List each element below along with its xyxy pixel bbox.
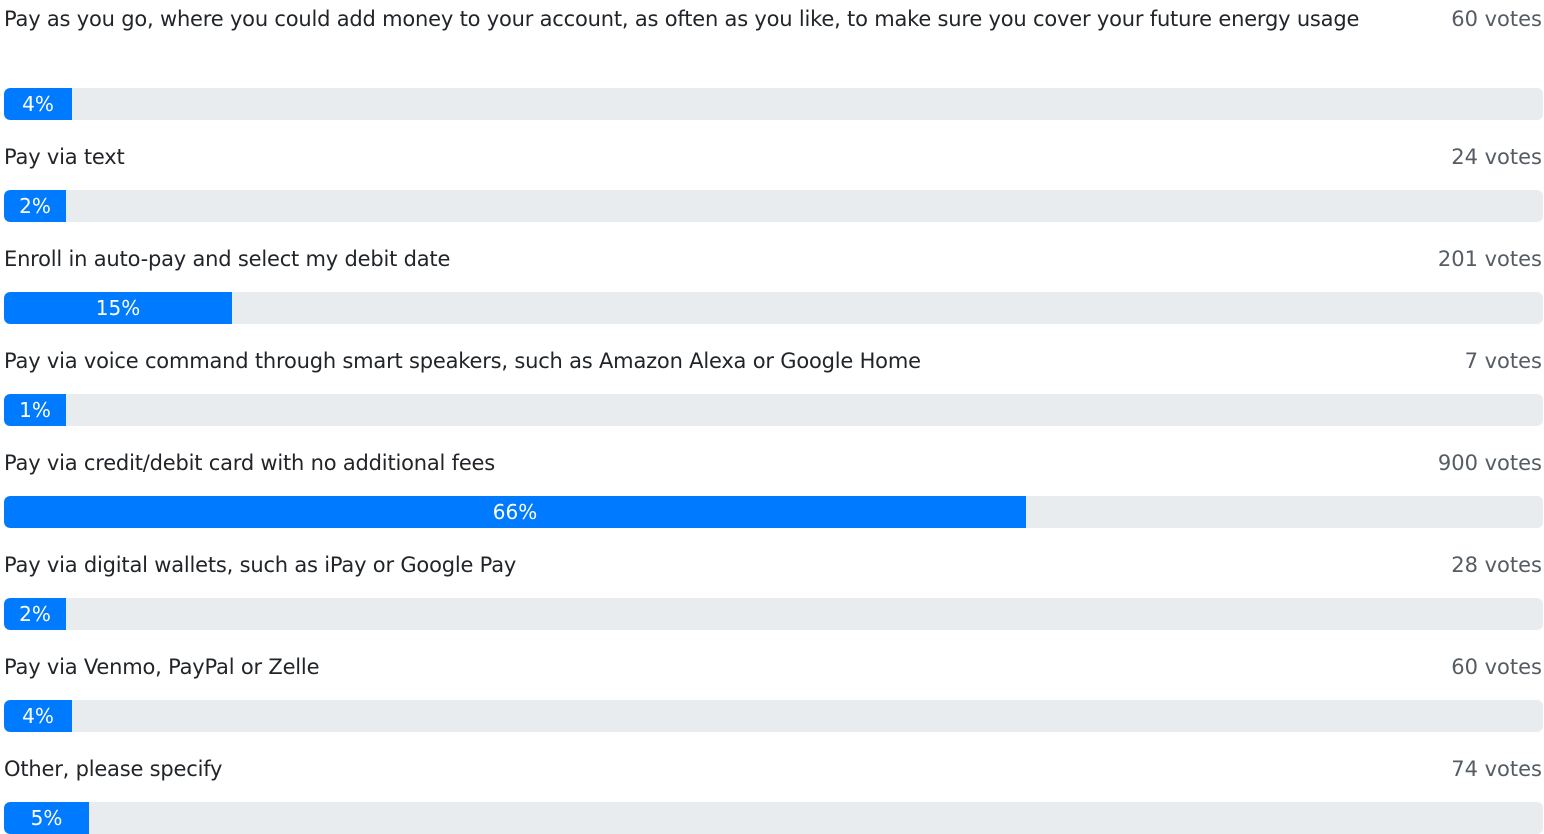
vote-count: 24 votes [1451,145,1542,169]
progress-fill: 4% [4,88,72,120]
vote-count: 60 votes [1451,655,1542,679]
vote-count: 28 votes [1451,553,1542,577]
progress-fill: 2% [4,190,66,222]
vote-count: 60 votes [1451,7,1542,31]
progress-fill: 66% [4,496,1026,528]
option-label: Enroll in auto-pay and select my debit d… [4,247,451,271]
progress-track: 4% [4,700,1543,732]
option-label: Pay as you go, where you could add money… [4,7,1360,31]
progress-fill: 2% [4,598,66,630]
vote-count: 74 votes [1451,757,1542,781]
progress-track: 66% [4,496,1543,528]
progress-track: 2% [4,598,1543,630]
progress-track: 4% [4,88,1543,120]
poll-results: Pay as you go, where you could add money… [0,0,1544,834]
vote-count: 7 votes [1464,349,1542,373]
progress-track: 1% [4,394,1543,426]
progress-fill: 1% [4,394,66,426]
vote-count: 900 votes [1437,451,1542,475]
progress-track: 5% [4,802,1543,834]
option-label: Pay via Venmo, PayPal or Zelle [4,655,320,679]
option-label: Pay via voice command through smart spea… [4,349,921,373]
vote-count: 201 votes [1437,247,1542,271]
option-label: Other, please specify [4,757,223,781]
progress-fill: 15% [4,292,232,324]
option-label: Pay via text [4,145,125,169]
option-label: Pay via credit/debit card with no additi… [4,451,496,475]
progress-fill: 4% [4,700,72,732]
progress-track: 2% [4,190,1543,222]
progress-fill: 5% [4,802,89,834]
option-label: Pay via digital wallets, such as iPay or… [4,553,517,577]
progress-track: 15% [4,292,1543,324]
